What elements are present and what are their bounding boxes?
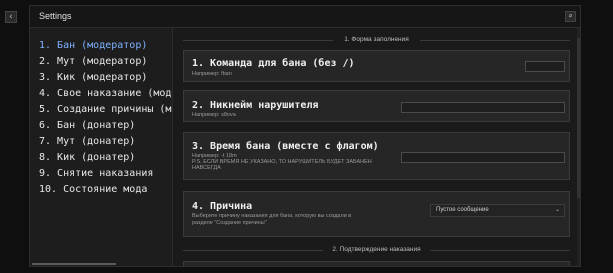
card-duration-title: 3. Время бана (вместе с флагом) — [192, 141, 379, 152]
card-reason: 4. Причина Выберите причину наказания дл… — [183, 191, 570, 237]
reason-dropdown-value: Пустое сообщение — [436, 207, 489, 213]
card-command-title: 1. Команда для бана (без /) — [192, 58, 355, 69]
sidebar-item-ban-donator[interactable]: 6. Бан (донатер) — [39, 120, 172, 131]
sidebar-item-mute-donator[interactable]: 7. Мут (донатер) — [39, 136, 172, 147]
card-command-hint: Например: fban — [192, 71, 232, 77]
settings-panel: Settings ⌕ 1. Бан (модератор) 2. Мут (мо… — [29, 5, 581, 267]
card-nickname-hint: Например: s8ova — [192, 112, 236, 118]
sidebar: 1. Бан (модератор) 2. Мут (модератор) 3.… — [30, 28, 173, 266]
sidebar-item-kick-donator[interactable]: 8. Кик (донатер) — [39, 152, 172, 163]
sidebar-scrollbar[interactable] — [32, 263, 116, 265]
sidebar-item-mute-moderator[interactable]: 2. Мут (модератор) — [39, 56, 172, 67]
sidebar-item-mod-state[interactable]: 10. Состояние мода — [39, 184, 172, 195]
sidebar-item-kick-moderator[interactable]: 3. Кик (модератор) — [39, 72, 172, 83]
section-title-form: 1. Форма заполнения — [344, 36, 409, 43]
card-duration: 3. Время бана (вместе с флагом) Например… — [183, 132, 570, 180]
window-title: Settings — [39, 11, 72, 21]
sidebar-item-create-reason[interactable]: 5. Создание причины (мод — [39, 104, 172, 115]
main-scrollbar-thumb[interactable] — [577, 38, 580, 198]
section-title-confirm: 2. Подтверждение наказания — [332, 246, 421, 253]
card-confirm — [183, 261, 570, 266]
form-area: 1. Форма заполнения 1. Команда для бана … — [173, 28, 580, 266]
main-scrollbar[interactable] — [577, 28, 580, 266]
sidebar-item-remove-punishment[interactable]: 9. Снятие наказания — [39, 168, 172, 179]
card-reason-title: 4. Причина — [192, 201, 253, 212]
card-reason-hint: Выберите причину наказания для бана, кот… — [192, 213, 352, 219]
settings-header: Settings ⌕ — [30, 6, 580, 28]
back-arrow-icon[interactable]: ‹ — [5, 11, 17, 23]
chevron-down-icon: ⌄ — [554, 207, 560, 213]
search-icon[interactable]: ⌕ — [565, 11, 576, 22]
app-window: ‹ Settings ⌕ 1. Бан (модератор) 2. Мут (… — [0, 0, 613, 273]
section-divider-confirm: 2. Подтверждение наказания — [183, 246, 570, 255]
command-input[interactable] — [525, 61, 565, 72]
duration-input[interactable] — [401, 152, 565, 163]
card-duration-note-2: НАВСЕГДА — [192, 165, 221, 171]
nickname-input[interactable] — [401, 102, 565, 113]
reason-dropdown[interactable]: Пустое сообщение ⌄ — [430, 204, 565, 217]
card-nickname-title: 2. Никнейм нарушителя — [192, 100, 319, 111]
sidebar-item-ban-moderator[interactable]: 1. Бан (модератор) — [39, 40, 172, 51]
card-reason-hint-2: разделе "Создание причины" — [192, 220, 267, 226]
card-nickname: 2. Никнейм нарушителя Например: s8ova — [183, 90, 570, 122]
sidebar-item-custom-punishment[interactable]: 4. Свое наказание (модер — [39, 88, 172, 99]
card-command: 1. Команда для бана (без /) Например: fb… — [183, 50, 570, 82]
section-divider-form: 1. Форма заполнения — [183, 36, 570, 45]
